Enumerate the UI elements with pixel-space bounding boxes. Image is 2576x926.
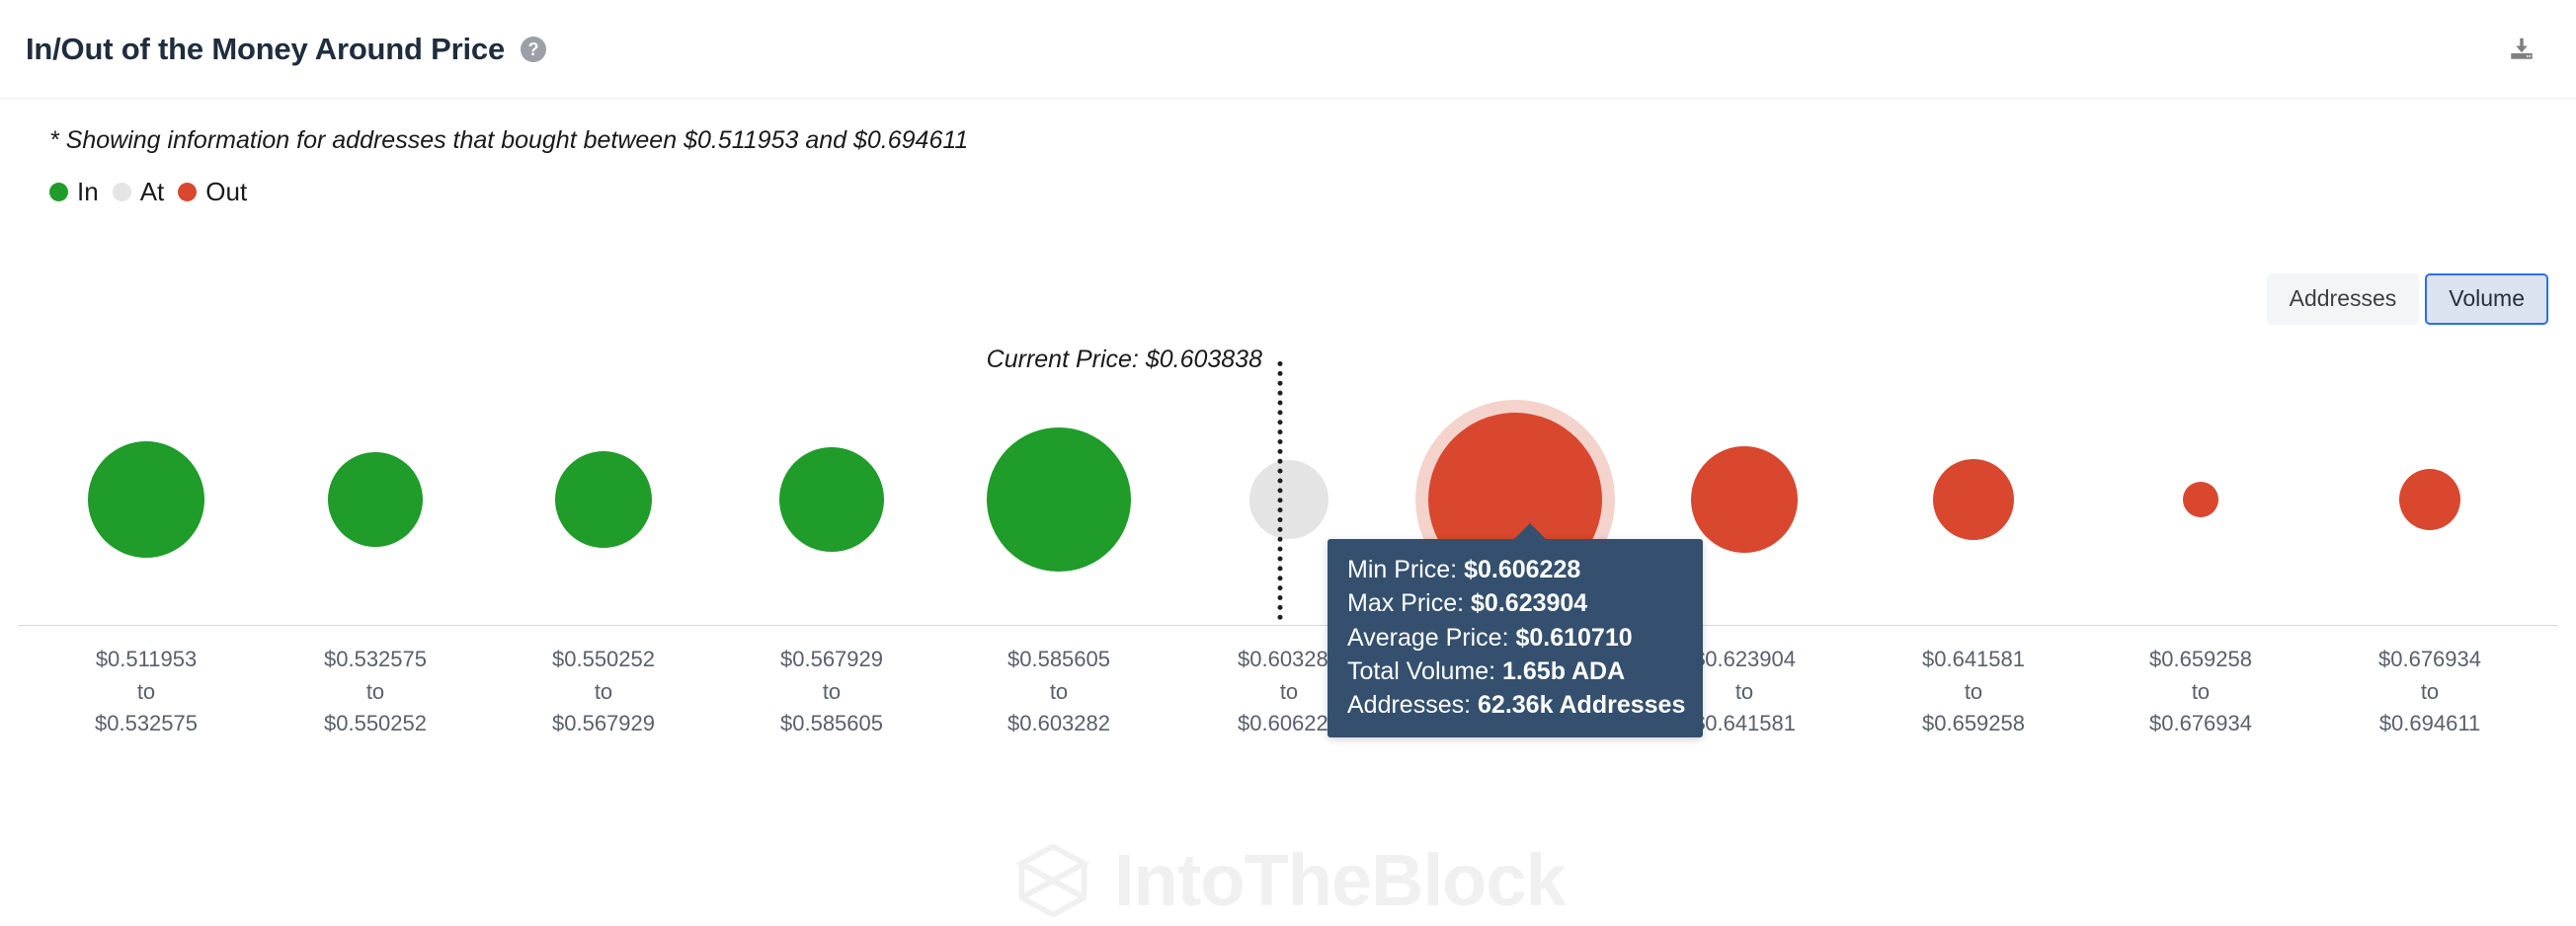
metric-toggle-group: Addresses Volume: [2266, 273, 2548, 325]
bubble-in-4[interactable]: [987, 427, 1131, 572]
legend-dot-at: [112, 183, 131, 201]
legend-dot-out: [178, 183, 198, 201]
legend: In At Out: [49, 177, 2576, 207]
tab-addresses[interactable]: Addresses: [2266, 273, 2420, 325]
x-tick-label: $0.603282 to $0.606228: [1238, 647, 1340, 736]
bubble-out-10[interactable]: [2399, 469, 2460, 530]
tooltip-row-value: $0.606228: [1464, 556, 1581, 583]
bubble-in-3[interactable]: [779, 447, 884, 552]
tooltip-row: Total Volume: 1.65b ADA: [1347, 655, 1685, 688]
legend-item-at[interactable]: At: [112, 177, 165, 207]
tooltip-row-value: $0.623904: [1471, 589, 1588, 618]
tooltip-arrow: [1513, 523, 1547, 540]
x-tick-label: $0.550252 to $0.567929: [552, 647, 655, 736]
help-icon[interactable]: ?: [521, 36, 547, 62]
bubble-at-5[interactable]: [1249, 460, 1328, 539]
tooltip-row-label: Average Price:: [1347, 623, 1516, 652]
legend-label-out: Out: [205, 177, 248, 206]
bubble-out-9[interactable]: [2183, 482, 2218, 517]
tooltip-row: Addresses: 62.36k Addresses: [1347, 688, 1685, 722]
current-price-label: Current Price: $0.603838: [986, 346, 1262, 373]
bubble-in-2[interactable]: [555, 451, 652, 548]
legend-label-in: In: [77, 177, 99, 206]
x-tick-label: $0.585605 to $0.603282: [1007, 647, 1110, 736]
bubble-chart: IntoTheBlock $0.511953 to $0.532575 $0.5325…: [0, 326, 2576, 918]
x-tick-label: $0.659258 to $0.676934: [2149, 647, 2252, 736]
bubble-out-8[interactable]: [1933, 459, 2014, 540]
page-title: In/Out of the Money Around Price: [26, 31, 506, 66]
bubble-out-7[interactable]: [1691, 446, 1798, 553]
legend-item-out[interactable]: Out: [178, 177, 247, 207]
download-icon[interactable]: [2501, 29, 2542, 70]
bubble-in-1[interactable]: [328, 452, 423, 547]
bubble-tooltip: Min Price: $0.606228 Max Price: $0.623904…: [1328, 523, 1704, 738]
tooltip-row-value: $0.610710: [1515, 623, 1633, 652]
intotheblock-watermark: IntoTheBlock: [1007, 835, 1567, 926]
legend-dot-in: [49, 183, 68, 201]
tooltip-row: Min Price: $0.606228: [1347, 553, 1685, 586]
x-tick-label: $0.532575 to $0.550252: [324, 647, 427, 736]
x-tick-label: $0.641581 to $0.659258: [1922, 647, 2025, 736]
tooltip-row-value: 1.65b ADA: [1502, 656, 1626, 685]
watermark-text: IntoTheBlock: [1114, 839, 1567, 921]
tooltip-row-label: Total Volume:: [1347, 656, 1503, 685]
tooltip-row: Average Price: $0.610710: [1347, 621, 1685, 655]
card-header: In/Out of the Money Around Price ?: [0, 0, 2576, 99]
x-tick-label: $0.511953 to $0.532575: [95, 647, 198, 736]
x-tick-label: $0.567929 to $0.585605: [780, 647, 883, 736]
tooltip-row: Max Price: $0.623904: [1347, 586, 1685, 620]
tooltip-row-label: Max Price:: [1347, 589, 1472, 618]
legend-label-at: At: [139, 177, 165, 206]
subtitle-note: * Showing information for addresses that…: [49, 126, 969, 154]
tooltip-row-label: Addresses:: [1347, 691, 1479, 719]
x-tick-label: $0.676934 to $0.694611: [2378, 647, 2481, 736]
legend-item-in[interactable]: In: [49, 177, 99, 207]
x-axis-line: [18, 625, 2558, 626]
bubble-in-0[interactable]: [88, 441, 204, 558]
tab-volume[interactable]: Volume: [2425, 273, 2548, 325]
tooltip-row-value: 62.36k Addresses: [1478, 691, 1686, 719]
tooltip-row-label: Min Price:: [1347, 556, 1465, 583]
current-price-line: [1277, 361, 1283, 620]
x-tick-label: $0.623904 to $0.641581: [1693, 647, 1796, 736]
